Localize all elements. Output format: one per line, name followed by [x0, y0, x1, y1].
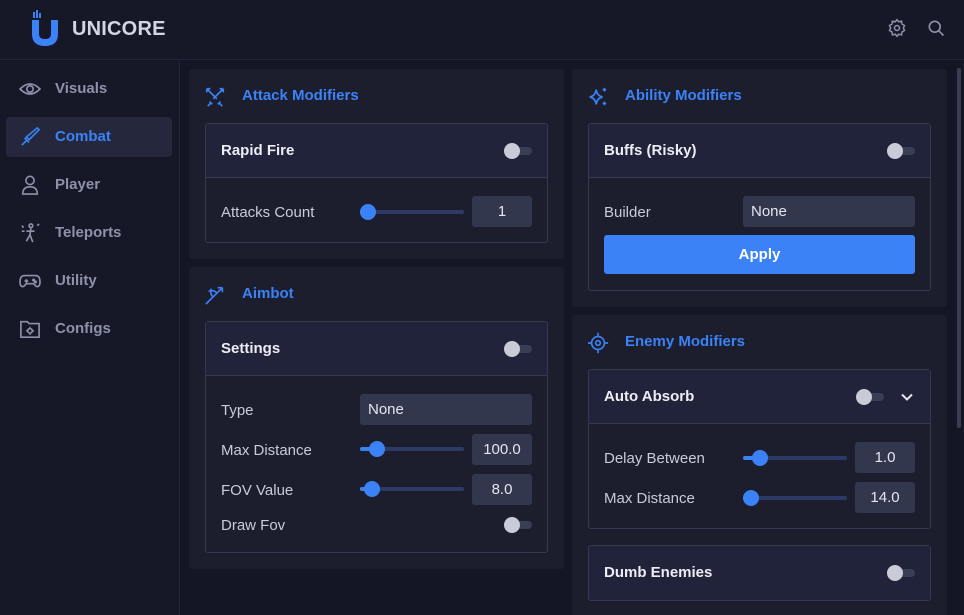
- aimbot-settings-toggle[interactable]: [504, 341, 532, 357]
- sidebar-item-label: Combat: [55, 128, 111, 145]
- max-distance-label: Max Distance: [221, 442, 312, 459]
- type-select[interactable]: None: [360, 394, 532, 425]
- unicore-logo-icon: [32, 10, 58, 46]
- builder-label: Builder: [604, 204, 651, 221]
- folder-gear-icon: [20, 320, 40, 338]
- brand-name: UNICORE: [72, 18, 166, 40]
- sword-icon: [21, 127, 41, 146]
- enemy-modifiers-section: Enemy Modifiers Auto Absorb Delay Betwee…: [572, 315, 947, 615]
- fov-value-slider[interactable]: [360, 481, 464, 497]
- card-title: Rapid Fire: [221, 142, 295, 159]
- builder-select[interactable]: None: [743, 196, 915, 227]
- aimbot-section: Aimbot Settings Type None Max Distance 1…: [189, 267, 564, 569]
- dumb-enemies-header[interactable]: Dumb Enemies: [589, 546, 930, 600]
- buffs-card: Buffs (Risky) Builder None Apply: [588, 123, 931, 291]
- section-title: Attack Modifiers: [242, 87, 359, 104]
- card-title: Settings: [221, 340, 281, 357]
- ability-modifiers-section: Ability Modifiers Buffs (Risky) Builder …: [572, 69, 947, 307]
- attacks-count-label: Attacks Count: [221, 204, 315, 221]
- sidebar-item-player[interactable]: Player: [6, 165, 172, 205]
- eye-icon: [19, 83, 41, 95]
- auto-absorb-header[interactable]: Auto Absorb: [589, 370, 930, 424]
- card-title: Buffs (Risky): [604, 142, 697, 159]
- section-title: Aimbot: [242, 285, 294, 302]
- crosshair-icon: [587, 332, 609, 354]
- gear-icon[interactable]: [887, 18, 907, 38]
- rapid-fire-toggle[interactable]: [504, 143, 532, 159]
- auto-absorb-toggle[interactable]: [856, 389, 884, 405]
- fov-value-value[interactable]: 8.0: [472, 474, 532, 505]
- fov-value-label: FOV Value: [221, 482, 294, 499]
- dumb-enemies-toggle[interactable]: [887, 565, 915, 581]
- sidebar-item-configs[interactable]: Configs: [6, 309, 172, 349]
- attacks-count-value[interactable]: 1: [472, 196, 532, 227]
- sidebar-item-label: Configs: [55, 320, 111, 337]
- crossed-swords-icon: [205, 87, 225, 107]
- sidebar-item-label: Teleports: [55, 224, 122, 241]
- user-icon: [21, 175, 39, 195]
- sidebar-item-label: Utility: [55, 272, 97, 289]
- sidebar-item-combat[interactable]: Combat: [6, 117, 172, 157]
- card-title: Dumb Enemies: [604, 564, 713, 581]
- type-label: Type: [221, 402, 254, 419]
- draw-fov-toggle[interactable]: [504, 517, 532, 533]
- apply-button[interactable]: Apply: [604, 235, 915, 274]
- aimbot-settings-header[interactable]: Settings: [206, 322, 547, 376]
- sidebar-item-utility[interactable]: Utility: [6, 261, 172, 301]
- sidebar-item-visuals[interactable]: Visuals: [6, 69, 172, 109]
- main-scrollbar[interactable]: [957, 68, 961, 428]
- delay-between-slider[interactable]: [743, 450, 847, 466]
- max-distance-value[interactable]: 100.0: [472, 434, 532, 465]
- sidebar: Visuals Combat Player Teleports Utility …: [0, 61, 180, 615]
- delay-between-value[interactable]: 1.0: [855, 442, 915, 473]
- attacks-count-slider[interactable]: [360, 204, 464, 220]
- absorb-max-distance-slider[interactable]: [743, 490, 847, 506]
- buffs-toggle[interactable]: [887, 143, 915, 159]
- dumb-enemies-card: Dumb Enemies: [588, 545, 931, 601]
- absorb-max-distance-label: Max Distance: [604, 490, 695, 507]
- section-title: Ability Modifiers: [625, 87, 742, 104]
- teleport-icon: [21, 223, 40, 243]
- sidebar-item-label: Visuals: [55, 80, 108, 97]
- rapid-fire-header[interactable]: Rapid Fire: [206, 124, 547, 178]
- gamepad-icon: [19, 274, 41, 288]
- chevron-down-icon[interactable]: [899, 389, 915, 405]
- attack-modifiers-section: Attack Modifiers Rapid Fire Attacks Coun…: [189, 69, 564, 259]
- section-title: Enemy Modifiers: [625, 333, 746, 350]
- delay-between-label: Delay Between: [604, 450, 705, 467]
- sidebar-item-teleports[interactable]: Teleports: [6, 213, 172, 253]
- buffs-header[interactable]: Buffs (Risky): [589, 124, 930, 178]
- draw-fov-label: Draw Fov: [221, 517, 286, 534]
- absorb-max-distance-value[interactable]: 14.0: [855, 482, 915, 513]
- sparkles-icon: [589, 87, 607, 106]
- sidebar-item-label: Player: [55, 176, 101, 193]
- card-title: Auto Absorb: [604, 388, 695, 405]
- auto-absorb-card: Auto Absorb Delay Between 1.0 Max Distan…: [588, 369, 931, 529]
- rapid-fire-card: Rapid Fire Attacks Count 1: [205, 123, 548, 243]
- bow-arrow-icon: [205, 286, 224, 305]
- aimbot-settings-card: Settings Type None Max Distance 100.0 FO…: [205, 321, 548, 553]
- top-header: UNICORE: [0, 0, 964, 60]
- max-distance-slider[interactable]: [360, 441, 464, 457]
- search-icon[interactable]: [926, 18, 946, 38]
